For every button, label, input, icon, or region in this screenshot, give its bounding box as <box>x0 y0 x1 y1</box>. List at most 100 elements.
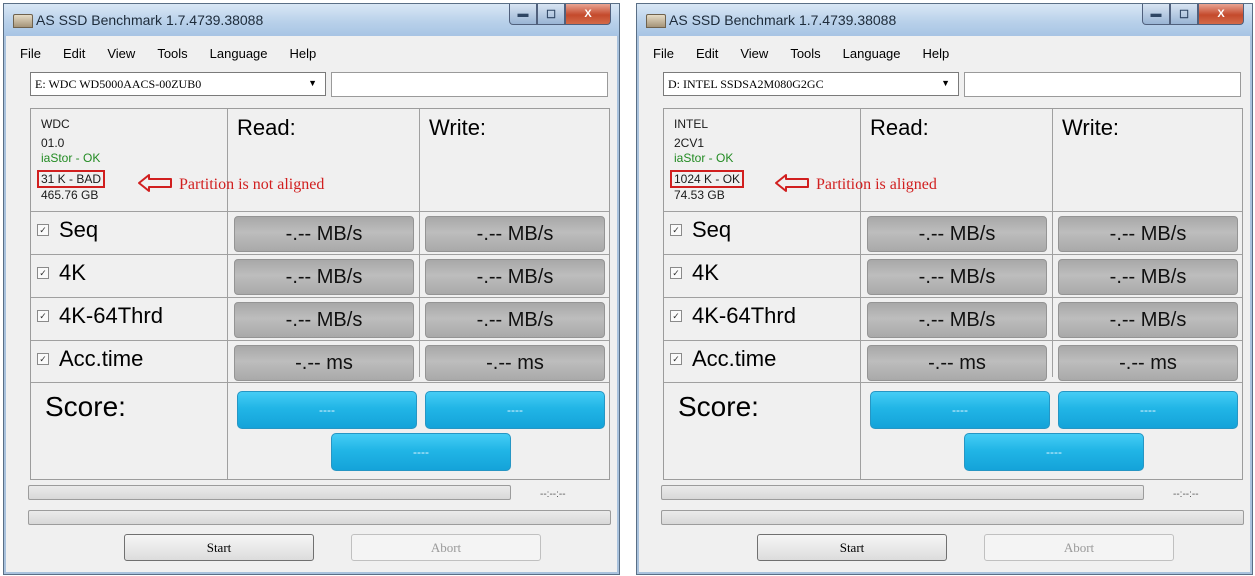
row-label: Acc.time <box>692 346 777 371</box>
progress-bar <box>28 485 511 500</box>
seq-checkbox[interactable]: ✓ <box>670 224 682 236</box>
row-seq[interactable]: ✓ Seq <box>37 217 98 243</box>
4k64-read-result: -.-- MB/s <box>867 302 1047 338</box>
title-bar[interactable]: AS SSD Benchmark 1.7.4739.38088 ▬ ☐ X <box>637 4 1252 36</box>
status-textbox[interactable] <box>331 72 608 97</box>
close-icon: X <box>584 8 592 20</box>
grid-divider <box>664 382 1242 383</box>
4k-checkbox[interactable]: ✓ <box>37 267 49 279</box>
score-label: Score: <box>678 391 759 422</box>
elapsed-time: --:--:-- <box>540 489 566 500</box>
seq-checkbox[interactable]: ✓ <box>37 224 49 236</box>
drive-select-value: E: WDC WD5000AACS-00ZUB0 <box>35 77 202 91</box>
row-4k-64thrd[interactable]: ✓ 4K-64Thrd <box>670 303 796 329</box>
start-button[interactable]: Start <box>757 534 947 561</box>
row-4k[interactable]: ✓ 4K <box>37 260 86 286</box>
grid-divider <box>419 109 420 377</box>
4k-write-result: -.-- MB/s <box>425 259 605 295</box>
row-seq[interactable]: ✓ Seq <box>670 217 731 243</box>
menu-file[interactable]: File <box>10 46 53 61</box>
row-label: Acc.time <box>59 346 144 371</box>
row-4k-64thrd[interactable]: ✓ 4K-64Thrd <box>37 303 163 329</box>
elapsed-time: --:--:-- <box>1173 489 1199 500</box>
status-textbox[interactable] <box>964 72 1241 97</box>
score-read: ---- <box>870 391 1050 429</box>
grid-divider <box>664 340 1242 341</box>
write-header: Write: <box>429 115 487 140</box>
menu-help[interactable]: Help <box>913 46 962 61</box>
menu-tools[interactable]: Tools <box>780 46 832 61</box>
grid-divider <box>664 254 1242 255</box>
read-header: Read: <box>870 115 929 140</box>
menu-edit[interactable]: Edit <box>686 46 730 61</box>
menu-language[interactable]: Language <box>833 46 913 61</box>
grid-divider <box>31 254 609 255</box>
menu-view[interactable]: View <box>97 46 147 61</box>
write-header: Write: <box>1062 115 1120 140</box>
score-total: ---- <box>964 433 1144 471</box>
close-button[interactable]: X <box>565 4 611 25</box>
drive-select[interactable]: E: WDC WD5000AACS-00ZUB0 ▼ <box>30 72 326 96</box>
row-acc-time[interactable]: ✓ Acc.time <box>670 346 776 372</box>
acc-time-checkbox[interactable]: ✓ <box>37 353 49 365</box>
close-button[interactable]: X <box>1198 4 1244 25</box>
grid-divider <box>31 340 609 341</box>
read-header: Read: <box>237 115 296 140</box>
menu-bar: File Edit View Tools Language Help <box>10 36 613 70</box>
maximize-button[interactable]: ☐ <box>537 4 565 25</box>
driver-status: iaStor - OK <box>41 151 101 165</box>
score-write: ---- <box>425 391 605 429</box>
row-label: Seq <box>692 217 732 242</box>
arrow-left-icon <box>775 174 809 192</box>
progress-bar <box>661 485 1144 500</box>
grid-divider <box>664 297 1242 298</box>
4k-read-result: -.-- MB/s <box>234 259 414 295</box>
menu-help[interactable]: Help <box>280 46 329 61</box>
menu-file[interactable]: File <box>643 46 686 61</box>
drive-vendor: INTEL <box>674 117 709 131</box>
dropdown-arrow-icon[interactable]: ▼ <box>308 78 317 88</box>
drive-firmware: 2CV1 <box>674 136 705 150</box>
minimize-icon: ▬ <box>517 8 529 20</box>
partition-annotation: Partition is aligned <box>816 176 937 193</box>
maximize-button[interactable]: ☐ <box>1170 4 1198 25</box>
acc-read-result: -.-- ms <box>234 345 414 381</box>
minimize-button[interactable]: ▬ <box>509 4 537 25</box>
seq-read-result: -.-- MB/s <box>234 216 414 252</box>
4k-64thrd-checkbox[interactable]: ✓ <box>670 310 682 322</box>
row-label: 4K <box>692 260 719 285</box>
alignment-status: 1024 K - OK <box>670 170 745 188</box>
acc-time-checkbox[interactable]: ✓ <box>670 353 682 365</box>
arrow-left-icon <box>138 174 172 192</box>
menu-view[interactable]: View <box>730 46 780 61</box>
4k-read-result: -.-- MB/s <box>867 259 1047 295</box>
grid-divider <box>31 382 609 383</box>
menu-edit[interactable]: Edit <box>53 46 97 61</box>
score-label: Score: <box>45 391 126 422</box>
start-button[interactable]: Start <box>124 534 314 561</box>
minimize-button[interactable]: ▬ <box>1142 4 1170 25</box>
benchmark-window-left: AS SSD Benchmark 1.7.4739.38088 ▬ ☐ X Fi… <box>3 3 620 575</box>
maximize-icon: ☐ <box>546 8 556 21</box>
menu-tools[interactable]: Tools <box>147 46 199 61</box>
driver-status: iaStor - OK <box>674 151 734 165</box>
score-read: ---- <box>237 391 417 429</box>
drive-select[interactable]: D: INTEL SSDSA2M080G2GC ▼ <box>663 72 959 96</box>
app-icon <box>646 14 666 28</box>
4k-64thrd-checkbox[interactable]: ✓ <box>37 310 49 322</box>
4k-checkbox[interactable]: ✓ <box>670 267 682 279</box>
drive-size: 465.76 GB <box>41 188 99 202</box>
abort-button[interactable]: Abort <box>984 534 1174 561</box>
abort-button[interactable]: Abort <box>351 534 541 561</box>
title-bar[interactable]: AS SSD Benchmark 1.7.4739.38088 ▬ ☐ X <box>4 4 619 36</box>
grid-divider <box>860 109 861 479</box>
window-title: AS SSD Benchmark 1.7.4739.38088 <box>36 12 264 28</box>
row-label: 4K-64Thrd <box>59 303 163 328</box>
row-4k[interactable]: ✓ 4K <box>670 260 719 286</box>
menu-language[interactable]: Language <box>200 46 280 61</box>
row-acc-time[interactable]: ✓ Acc.time <box>37 346 143 372</box>
dropdown-arrow-icon[interactable]: ▼ <box>941 78 950 88</box>
progress-bar-total <box>28 510 611 525</box>
grid-divider <box>227 109 228 479</box>
4k64-read-result: -.-- MB/s <box>234 302 414 338</box>
